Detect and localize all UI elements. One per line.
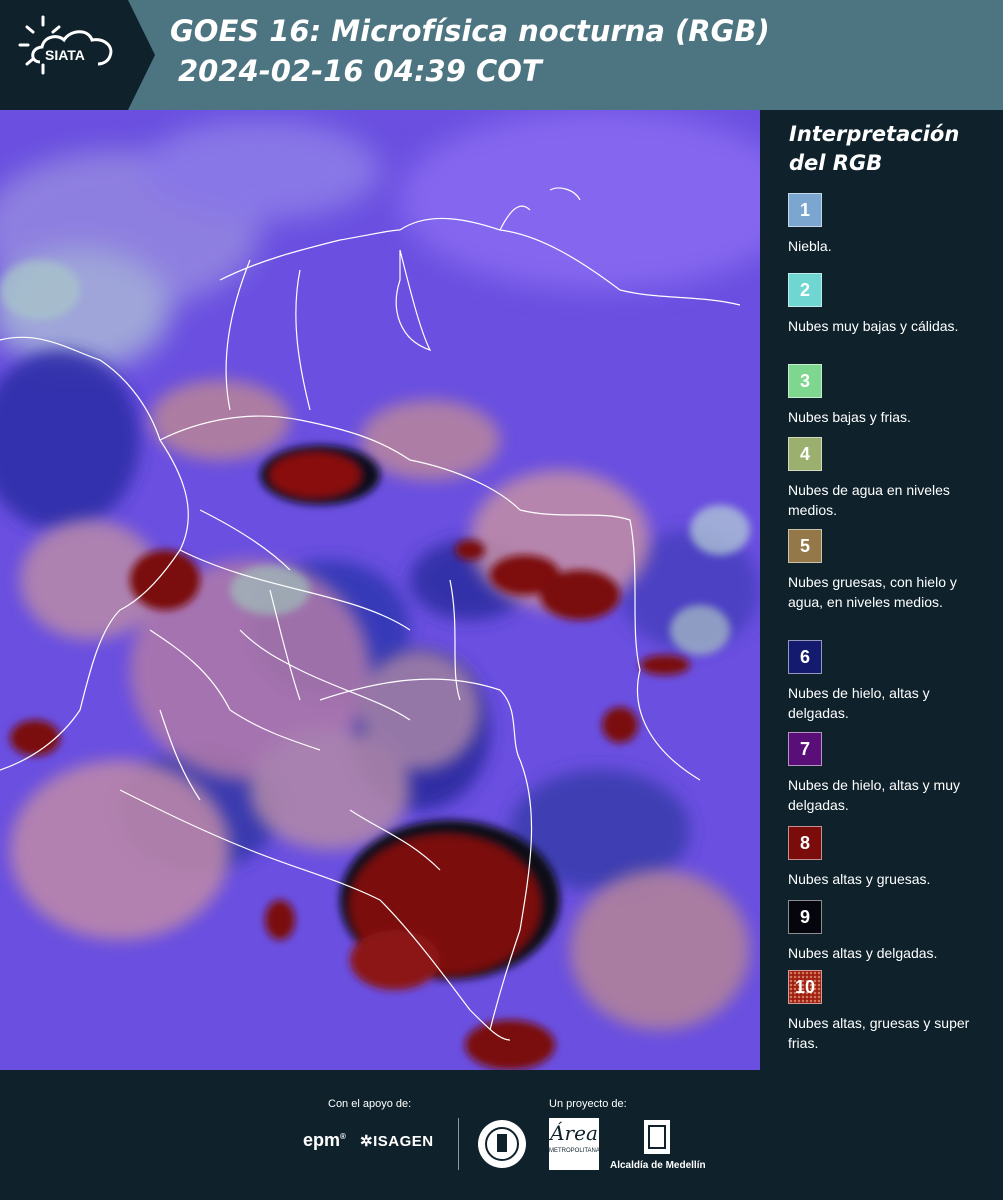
legend-title: Interpretación del RGB (789, 122, 960, 175)
legend-label: Nubes de hielo, altas y muy delgadas. (788, 777, 960, 813)
legend-item: 5 Nubes gruesas, con hielo y agua, en niv… (788, 529, 988, 612)
legend-swatch: 5 (788, 529, 822, 563)
legend-label: Nubes altas, gruesas y super frias. (788, 1015, 970, 1051)
legend-item: 8 Nubes altas y gruesas. (788, 826, 988, 889)
legend-item: 3 Nubes bajas y frias. (788, 364, 988, 427)
legend-label: Nubes de agua en niveles medios. (788, 482, 950, 518)
epm-logo: epm® (303, 1130, 346, 1150)
legend-swatch: 9 (788, 900, 822, 934)
legend-item: 6 Nubes de hielo, altas y delgadas. (788, 640, 988, 723)
legend-swatch: 10 (788, 970, 822, 1004)
legend-panel: Interpretación del RGB 1 Niebla. 2 Nubes mu… (760, 110, 1003, 1070)
svg-text:SIATA: SIATA (45, 47, 85, 63)
alcaldia-crest-icon (644, 1120, 670, 1154)
siata-logo: SIATA (0, 0, 155, 110)
legend-label: Niebla. (788, 238, 832, 254)
isagen-icon: ✲ (360, 1133, 374, 1150)
legend-label: Nubes de hielo, altas y delgadas. (788, 685, 930, 721)
legend-item: 7 Nubes de hielo, altas y muy delgadas. (788, 732, 988, 815)
legend-item: 4 Nubes de agua en niveles medios. (788, 437, 988, 520)
project-label: Un proyecto de: (549, 1098, 627, 1110)
area-metropolitana-logo: Área METROPOLITANA (549, 1118, 600, 1170)
legend-swatch: 4 (788, 437, 822, 471)
legend-swatch: 7 (788, 732, 822, 766)
seal-logo (478, 1120, 526, 1168)
legend-label: Nubes altas y delgadas. (788, 945, 938, 961)
legend-swatch: 2 (788, 273, 822, 307)
legend-item: 2 Nubes muy bajas y cálidas. (788, 273, 988, 336)
header: SIATA GOES 16: Microfísica nocturna (RGB… (0, 0, 1003, 110)
legend-swatch: 1 (788, 193, 822, 227)
alcaldia-label: Alcaldía de Medellín (610, 1160, 706, 1171)
map-timestamp: 2024-02-16 04:39 COT (178, 54, 542, 88)
legend-label: Nubes gruesas, con hielo y agua, en nive… (788, 574, 957, 610)
legend-item: 9 Nubes altas y delgadas. (788, 900, 988, 963)
legend-item: 10 Nubes altas, gruesas y super frias. (788, 970, 988, 1053)
legend-item: 1 Niebla. (788, 193, 988, 256)
support-label: Con el apoyo de: (328, 1098, 412, 1110)
legend-label: Nubes bajas y frias. (788, 409, 911, 425)
satellite-map[interactable] (0, 110, 760, 1070)
footer-divider (458, 1118, 459, 1170)
legend-swatch: 6 (788, 640, 822, 674)
legend-swatch: 3 (788, 364, 822, 398)
map-title: GOES 16: Microfísica nocturna (RGB) (170, 14, 770, 48)
legend-label: Nubes altas y gruesas. (788, 871, 931, 887)
legend-label: Nubes muy bajas y cálidas. (788, 318, 959, 334)
footer: Con el apoyo de: Un proyecto de: epm® ✲I… (0, 1070, 1003, 1200)
legend-swatch: 8 (788, 826, 822, 860)
isagen-logo: ✲ISAGEN (360, 1133, 434, 1150)
